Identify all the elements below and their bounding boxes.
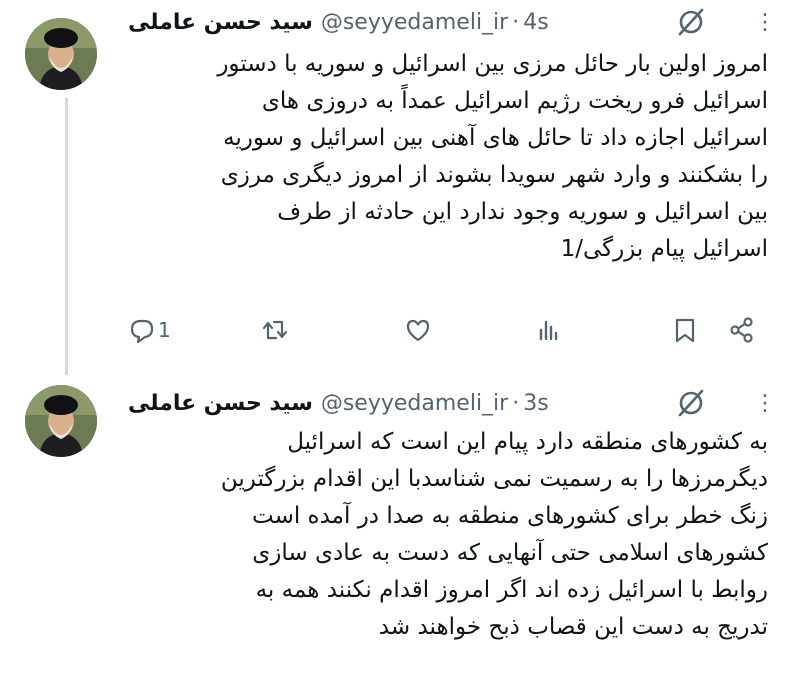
bookmark-button[interactable] [671,310,699,350]
tweet-header: سید حسن عاملی @seyyedameli_ir · 4s [128,4,688,40]
tweet-text-line: اسرائیل اجازه داد تا حائل های آهنی بین ا… [223,125,768,151]
like-button[interactable] [404,310,432,350]
tweet-text-line: روابط با اسرائیل زده اند اگر امروز اقدام… [255,577,768,603]
retweet-icon [262,320,288,340]
tweet-header: سید حسن عاملی @seyyedameli_ir · 3s [128,385,688,421]
avatar-image [25,385,97,457]
avatar[interactable] [25,18,97,90]
avatar-image [25,18,97,90]
tweet-text-line: را بشکنند و وارد شهر سویدا بشوند از امرو… [220,162,768,188]
tweet-text-line: اسرائیل پیام بزرگی/1 [560,236,768,262]
share-icon [730,317,753,343]
author-handle[interactable]: @seyyedameli_ir [321,10,508,35]
avatar[interactable] [25,385,97,457]
bookmark-icon [675,318,695,343]
separator-dot: · [512,9,520,35]
author-name[interactable]: سید حسن عاملی [128,391,313,416]
reply-count: 1 [158,318,171,342]
grok-icon[interactable] [676,388,706,418]
tweet-text-line: کشورهای اسلامی حتی آنهایی که دست به عادی… [252,540,768,566]
tweet-text-line: تدریج به دست این قصاب ذبح خواهند شد [378,614,768,640]
reply-button[interactable]: 1 [128,310,171,350]
tweet-text-line: به کشورهای منطقه دارد پیام این است که اس… [287,429,768,455]
thread-connector-line [65,98,68,375]
like-icon [406,319,430,342]
tweet-text-line: اسرائیل فرو ریخت رژیم اسرائیل عمداً به د… [261,88,768,114]
grok-icon[interactable] [676,7,706,37]
author-handle[interactable]: @seyyedameli_ir [321,391,508,416]
author-name[interactable]: سید حسن عاملی [128,10,313,35]
retweet-button[interactable] [261,310,289,350]
views-icon [539,320,558,341]
reply-icon [130,319,154,344]
tweet-text: امروز اولین بار حائل مرزی بین اسرائیل و … [128,46,768,268]
tweet-text-line: بین اسرائیل و سوریه وجود ندارد این حادثه… [277,199,768,225]
views-button[interactable] [535,310,563,350]
tweet-text-line: امروز اولین بار حائل مرزی بین اسرائیل و … [217,51,768,77]
tweet-text: به کشورهای منطقه دارد پیام این است که اس… [128,424,768,646]
tweet-time[interactable]: 3s [523,391,548,416]
separator-dot: · [512,390,520,416]
tweet-text-line: دیگرمرزها را به رسمیت نمی شناسدبا این اق… [220,466,768,492]
tweet-text-line: زنگ خطر برای کشورهای منطقه به صدا در آمد… [252,503,768,529]
tweet-actions: 1 [128,310,768,350]
more-icon[interactable]: ⋮ [750,12,778,34]
more-icon[interactable]: ⋮ [750,393,778,415]
tweet-time[interactable]: 4s [523,10,548,35]
share-button[interactable] [728,310,756,350]
